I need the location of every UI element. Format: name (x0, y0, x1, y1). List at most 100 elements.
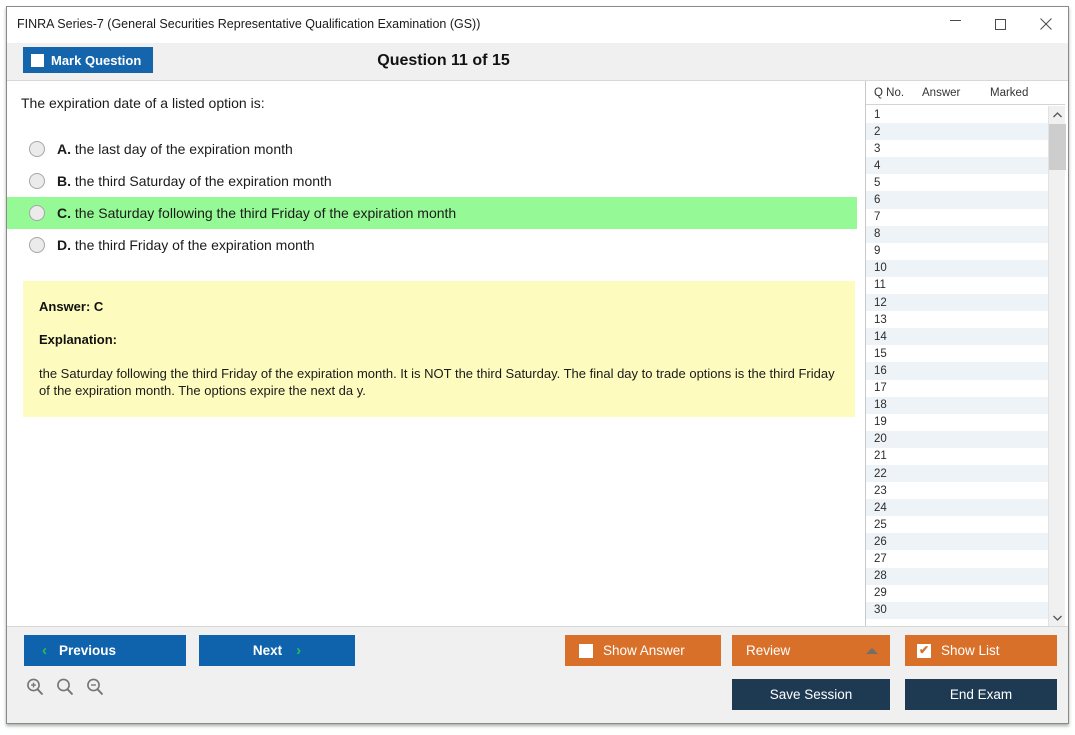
question-list-row-number: 29 (874, 587, 887, 600)
question-list-row[interactable]: 18 (866, 396, 1048, 414)
show-answer-label: Show Answer (603, 643, 685, 658)
question-list-row[interactable]: 8 (866, 225, 1048, 243)
question-list-row-number: 25 (874, 518, 887, 531)
answer-options-list: A. the last day of the expiration month … (7, 133, 857, 261)
question-list-row[interactable]: 27 (866, 550, 1048, 568)
end-exam-button[interactable]: End Exam (905, 679, 1057, 710)
radio-icon-a[interactable] (29, 141, 45, 157)
question-list-row[interactable]: 17 (866, 379, 1048, 397)
maximize-icon[interactable] (978, 7, 1023, 41)
radio-icon-c[interactable] (29, 205, 45, 221)
question-list-row[interactable]: 13 (866, 311, 1048, 329)
question-list-row-number: 19 (874, 416, 887, 429)
question-list-row[interactable]: 28 (866, 567, 1048, 585)
close-icon[interactable] (1023, 7, 1068, 41)
review-dropdown[interactable]: Review (732, 635, 890, 666)
option-c[interactable]: C. the Saturday following the third Frid… (7, 197, 857, 229)
answer-explanation-panel: Answer: C Explanation: the Saturday foll… (23, 281, 855, 417)
question-list-row[interactable]: 2 (866, 123, 1048, 141)
question-list-row-number: 24 (874, 501, 887, 514)
save-session-button[interactable]: Save Session (732, 679, 890, 710)
question-list-row[interactable]: 20 (866, 430, 1048, 448)
footer-toolbar: ‹ Previous Next › Show Answer Review ✔ S… (7, 626, 1068, 723)
question-list-row[interactable]: 7 (866, 208, 1048, 226)
question-list-row[interactable]: 6 (866, 191, 1048, 209)
question-list-row[interactable]: 4 (866, 157, 1048, 175)
window-controls (933, 7, 1068, 41)
question-list-row[interactable]: 29 (866, 584, 1048, 602)
question-list-row[interactable]: 22 (866, 464, 1048, 483)
question-list-row[interactable]: 5 (866, 174, 1048, 192)
question-list-row-number: 2 (874, 125, 881, 138)
question-counter: Question 11 of 15 (377, 52, 510, 69)
option-b[interactable]: B. the third Saturday of the expiration … (7, 165, 857, 197)
question-stem: The expiration date of a listed option i… (21, 95, 265, 111)
question-list-row[interactable]: 3 (866, 140, 1048, 158)
minimize-icon[interactable] (933, 7, 978, 41)
chevron-up-icon[interactable] (866, 647, 878, 654)
zoom-reset-icon[interactable] (55, 677, 75, 697)
question-list-row[interactable]: 30 (866, 601, 1048, 619)
question-list-row[interactable]: 12 (866, 294, 1048, 312)
show-answer-button[interactable]: Show Answer (565, 635, 721, 666)
question-list-row-number: 6 (874, 194, 881, 207)
scrollbar-thumb[interactable] (1049, 124, 1066, 170)
question-list-row[interactable]: 10 (866, 259, 1048, 277)
question-list-row-number: 27 (874, 552, 887, 565)
zoom-in-icon[interactable] (25, 677, 45, 697)
question-list-row[interactable]: 21 (866, 447, 1048, 465)
question-list-row[interactable]: 19 (866, 413, 1048, 431)
zoom-out-icon[interactable] (85, 677, 105, 697)
question-list-row-number: 18 (874, 399, 887, 412)
question-list-row-number: 12 (874, 296, 887, 309)
question-list-row-number: 20 (874, 433, 887, 446)
question-list-rows: 1 2 3 4 5 6 7 8 9 10 11 12 13 14 15 16 17 18 19 20 21 22 23 24 2… (866, 106, 1048, 626)
scroll-up-arrow-icon[interactable] (1049, 106, 1066, 123)
scroll-down-arrow-icon[interactable] (1049, 609, 1066, 626)
option-b-letter: B. (57, 173, 71, 189)
question-list-row[interactable]: 16 (866, 362, 1048, 380)
question-header-bar: Mark Question Question 11 of 15 (7, 43, 1068, 81)
question-list-row[interactable]: 23 (866, 482, 1048, 500)
question-list-row[interactable]: 1 (866, 106, 1048, 124)
previous-button[interactable]: ‹ Previous (24, 635, 186, 666)
show-list-button[interactable]: ✔ Show List (905, 635, 1057, 666)
question-list-row[interactable]: 25 (866, 516, 1048, 534)
option-b-body: the third Saturday of the expiration mon… (74, 173, 332, 189)
next-button[interactable]: Next › (199, 635, 355, 666)
option-d[interactable]: D. the third Friday of the expiration mo… (7, 229, 857, 261)
question-list-row-number: 13 (874, 313, 887, 326)
show-list-label: Show List (941, 643, 1000, 658)
question-list-row-number: 16 (874, 364, 887, 377)
question-list-row-number: 21 (874, 450, 887, 463)
radio-icon-b[interactable] (29, 173, 45, 189)
option-d-letter: D. (57, 237, 71, 253)
window-title: FINRA Series-7 (General Securities Repre… (17, 17, 481, 31)
question-list-row-number: 4 (874, 159, 881, 172)
zoom-tools (25, 677, 105, 697)
show-answer-checkbox-icon[interactable] (579, 643, 593, 658)
next-button-label: Next (252, 643, 283, 658)
question-list-row-number: 23 (874, 484, 887, 497)
previous-button-label: Previous (59, 643, 117, 658)
question-list-row[interactable]: 26 (866, 533, 1048, 551)
question-list-row[interactable]: 15 (866, 345, 1048, 363)
question-list-row[interactable]: 9 (866, 242, 1048, 260)
question-list-row[interactable]: 11 (866, 276, 1048, 295)
question-list-row-number: 17 (874, 382, 887, 395)
explanation-label: Explanation: (39, 332, 118, 347)
show-list-checkbox-icon[interactable]: ✔ (917, 643, 931, 658)
question-list-row-number: 30 (874, 604, 887, 617)
radio-icon-d[interactable] (29, 237, 45, 253)
question-list-row-number: 8 (874, 228, 881, 241)
option-a-letter: A. (57, 141, 71, 157)
question-list-scrollbar[interactable] (1048, 106, 1066, 626)
option-a[interactable]: A. the last day of the expiration month (7, 133, 857, 165)
question-list-row[interactable]: 24 (866, 499, 1048, 517)
option-a-text: A. the last day of the expiration month (57, 141, 293, 157)
question-list-row[interactable]: 14 (866, 328, 1048, 346)
answer-value: Answer: C (39, 299, 104, 314)
question-list-scroll-area: 1 2 3 4 5 6 7 8 9 10 11 12 13 14 15 16 17 18 19 20 21 22 23 24 2… (866, 106, 1066, 626)
review-dropdown-label: Review (746, 643, 791, 658)
exam-window: FINRA Series-7 (General Securities Repre… (6, 6, 1069, 724)
